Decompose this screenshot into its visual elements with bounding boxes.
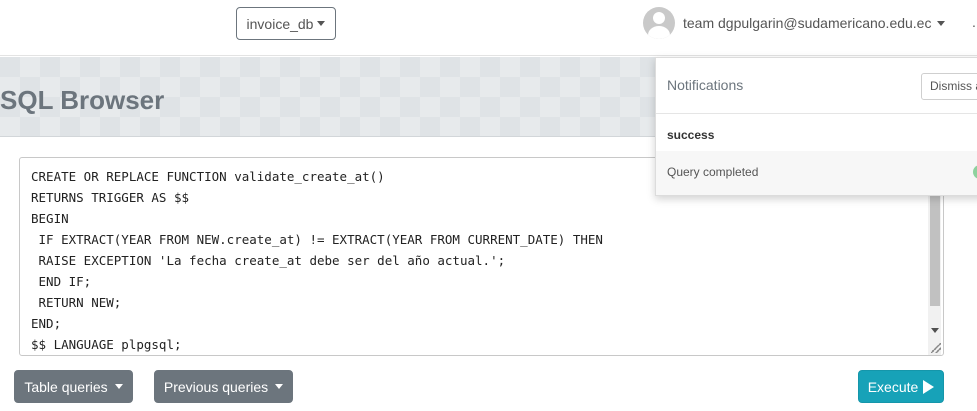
user-menu[interactable]: team dgpulgarin@sudamericano.edu.ec [643, 6, 946, 40]
previous-queries-label: Previous queries [163, 378, 269, 395]
notifications-header: Notifications Dismiss all [656, 58, 977, 114]
sql-code[interactable]: CREATE OR REPLACE FUNCTION validate_crea… [31, 166, 603, 355]
table-queries-label: Table queries [24, 378, 108, 395]
play-icon [923, 379, 935, 394]
success-icon [973, 165, 977, 179]
resize-grip-icon[interactable] [931, 343, 941, 353]
notification-status: success [667, 128, 715, 142]
database-selector[interactable]: invoice_db [236, 7, 336, 40]
dismiss-all-button[interactable]: Dismiss all [921, 73, 977, 100]
table-queries-button[interactable]: Table queries [14, 370, 133, 403]
user-label: team dgpulgarin@sudamericano.edu.ec [683, 15, 932, 31]
top-navbar: invoice_db team dgpulgarin@sudamericano.… [0, 0, 977, 56]
scroll-down-icon[interactable] [931, 328, 939, 333]
chevron-down-icon [114, 384, 123, 389]
scroll-thumb[interactable] [930, 196, 940, 306]
chevron-down-icon [317, 21, 326, 26]
chevron-down-icon [937, 20, 946, 26]
previous-queries-button[interactable]: Previous queries [154, 370, 293, 403]
execute-button[interactable]: Execute [858, 370, 944, 403]
notification-item[interactable]: Query completed [656, 151, 977, 195]
notifications-title: Notifications [667, 77, 744, 93]
execute-label: Execute [867, 378, 919, 395]
database-selector-label: invoice_db [246, 15, 314, 32]
notification-message: Query completed [667, 165, 759, 179]
chevron-down-icon [275, 384, 284, 389]
notifications-panel: Notifications Dismiss all success Query … [655, 57, 977, 196]
avatar [643, 7, 675, 39]
overflow-mark: . [972, 14, 976, 30]
editor-scrollbar[interactable] [928, 192, 941, 355]
page-title: SQL Browser [0, 85, 165, 115]
